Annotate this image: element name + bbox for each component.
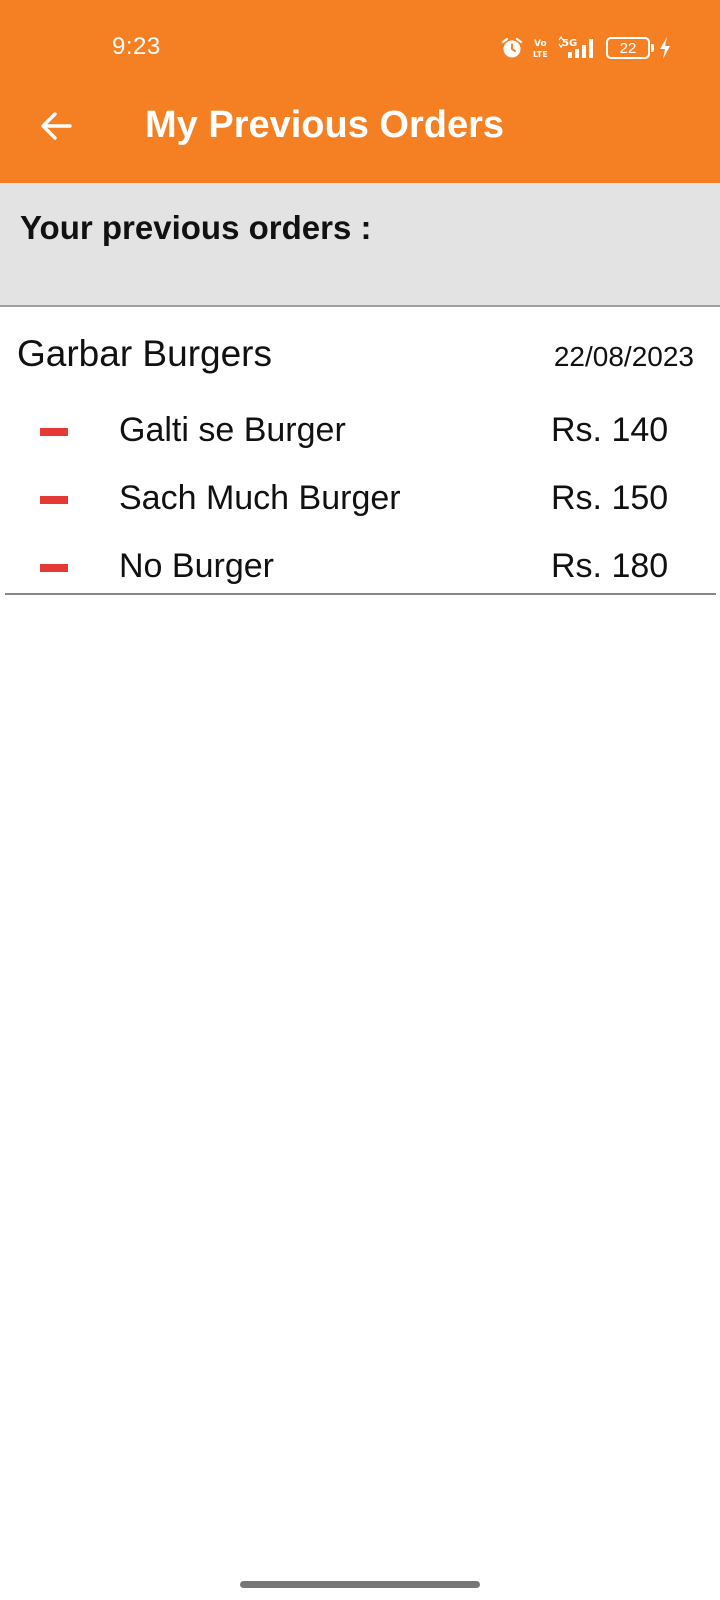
- item-marker-icon: [40, 564, 68, 572]
- signal-5g-icon: 5G: [558, 36, 598, 60]
- back-button[interactable]: [28, 100, 84, 156]
- page-title: My Previous Orders: [145, 104, 505, 146]
- alarm-icon: [500, 36, 524, 60]
- charging-icon: [658, 36, 672, 60]
- order-item: Sach Much Burger Rs. 150: [0, 467, 720, 535]
- svg-text:5G: 5G: [562, 38, 577, 49]
- svg-text:LTE: LTE: [533, 50, 548, 59]
- volte-icon: Vo LTE: [532, 36, 550, 60]
- item-name: Galti se Burger: [119, 411, 346, 449]
- top-app-bar: 9:23 Vo LTE 5G 22 My Previous Orders: [0, 0, 720, 183]
- item-price: Rs. 180: [551, 547, 669, 585]
- order-item: No Burger Rs. 180: [0, 535, 720, 595]
- section-header-label: Your previous orders :: [20, 209, 372, 246]
- item-name: Sach Much Burger: [119, 479, 401, 517]
- restaurant-name: Garbar Burgers: [17, 333, 272, 374]
- previous-orders-screen: 9:23 Vo LTE 5G 22 My Previous Orders You…: [0, 0, 720, 1600]
- arrow-back-icon: [38, 108, 74, 149]
- orders-section-header: Your previous orders :: [0, 183, 720, 307]
- order-divider: [5, 593, 716, 595]
- item-name: No Burger: [119, 547, 274, 585]
- order-card[interactable]: Garbar Burgers 22/08/2023 Galti se Burge…: [0, 307, 720, 595]
- svg-text:Vo: Vo: [534, 39, 547, 49]
- order-item: Galti se Burger Rs. 140: [0, 399, 720, 467]
- status-icons: Vo LTE 5G 22: [500, 34, 672, 62]
- item-marker-icon: [40, 496, 68, 504]
- gesture-nav-handle[interactable]: [240, 1581, 480, 1588]
- item-price: Rs. 140: [551, 411, 669, 449]
- battery-level: 22: [619, 39, 637, 57]
- item-price: Rs. 150: [551, 479, 669, 517]
- item-marker-icon: [40, 428, 68, 436]
- order-date: 22/08/2023: [553, 341, 694, 372]
- status-time: 9:23: [112, 33, 161, 60]
- battery-icon: 22: [606, 37, 654, 59]
